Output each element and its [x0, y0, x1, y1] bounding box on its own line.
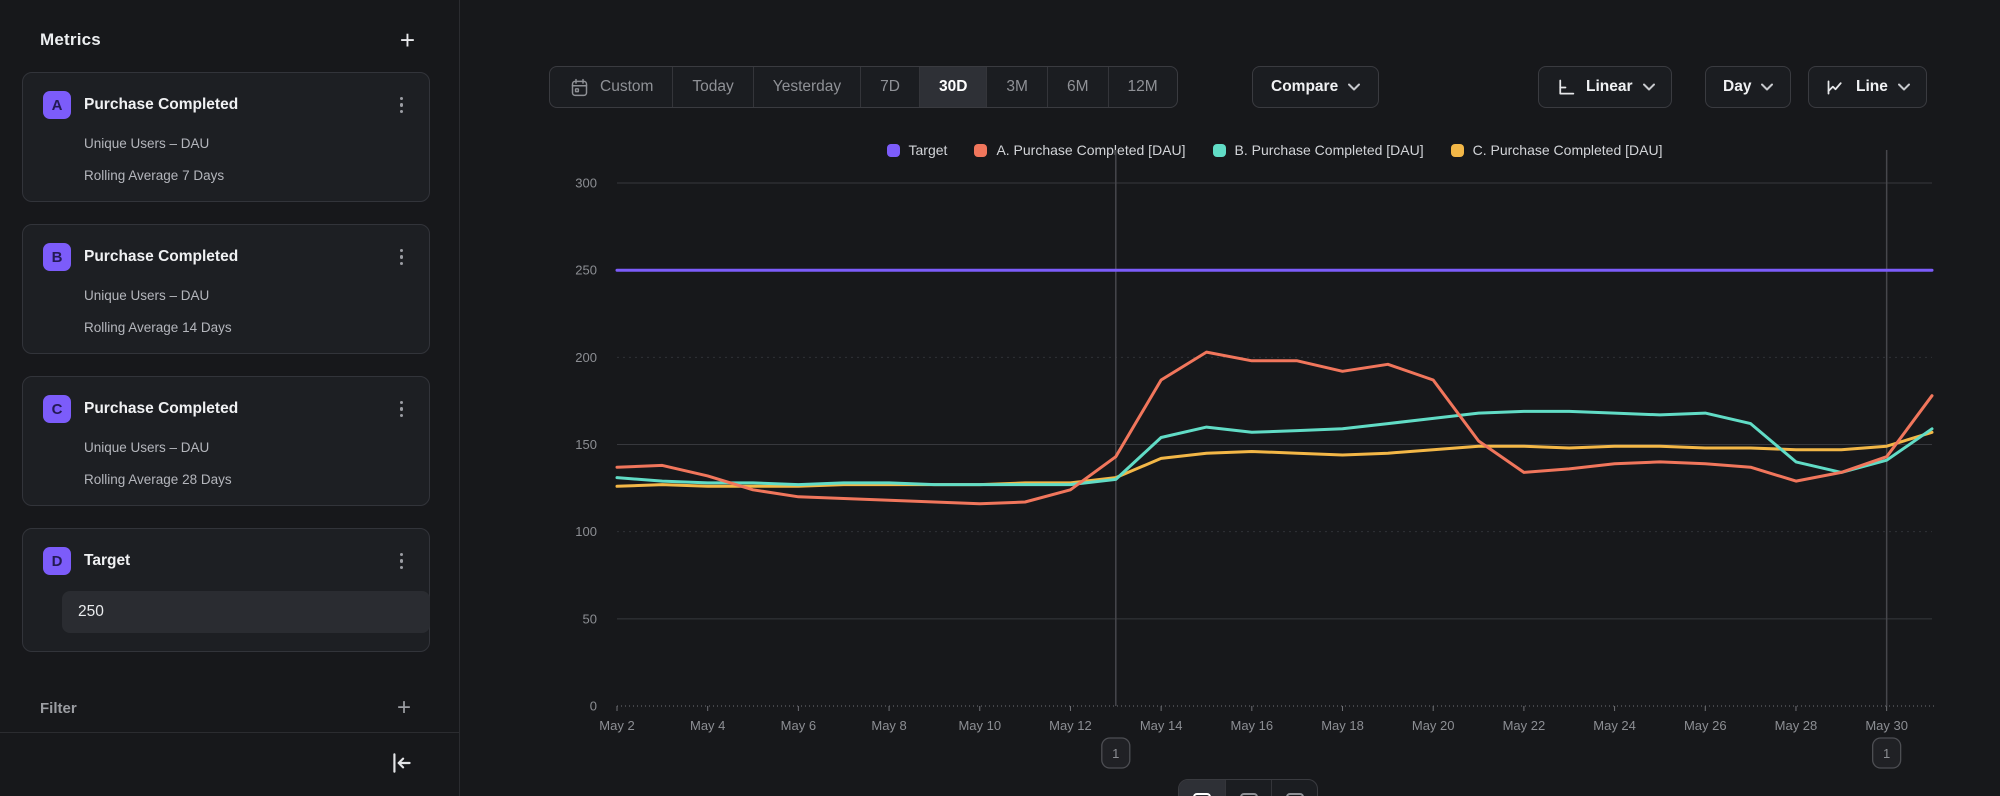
- metric-card-B[interactable]: B Purchase Completed Unique Users – DAU R…: [22, 224, 430, 354]
- metric-badge-B: B: [43, 243, 71, 271]
- kebab-menu-icon[interactable]: [394, 93, 410, 118]
- svg-text:1: 1: [1112, 746, 1119, 761]
- view-option-table[interactable]: [1225, 780, 1271, 796]
- y-tick-label: 200: [575, 350, 597, 365]
- metric-card-C[interactable]: C Purchase Completed Unique Users – DAU R…: [22, 376, 430, 506]
- svg-text:1: 1: [1883, 746, 1890, 761]
- kebab-menu-icon[interactable]: [394, 549, 410, 574]
- add-filter-button[interactable]: +: [397, 698, 411, 718]
- view-option-card[interactable]: [1271, 780, 1317, 796]
- metric-title: Purchase Completed: [84, 248, 394, 266]
- y-tick-label: 100: [575, 524, 597, 539]
- x-tick-label: May 20: [1412, 718, 1455, 733]
- metric-badge-D: D: [43, 547, 71, 575]
- metric-card-header: C Purchase Completed: [43, 395, 409, 423]
- x-tick-label: May 12: [1049, 718, 1092, 733]
- annotation-badge[interactable]: 1: [1102, 738, 1130, 768]
- metric-card-A[interactable]: A Purchase Completed Unique Users – DAU R…: [22, 72, 430, 202]
- kebab-menu-icon[interactable]: [394, 245, 410, 270]
- x-tick-label: May 28: [1775, 718, 1818, 733]
- metric-badge-A: A: [43, 91, 71, 119]
- y-tick-label: 250: [575, 263, 597, 278]
- sidebar-footer: [0, 733, 459, 776]
- x-tick-label: May 4: [690, 718, 725, 733]
- x-tick-label: May 24: [1593, 718, 1636, 733]
- metric-subline: Rolling Average 14 Days: [84, 320, 409, 335]
- metric-card-header: D Target: [43, 547, 409, 575]
- sidebar-header: Metrics +: [0, 0, 459, 72]
- y-tick-label: 50: [583, 611, 597, 626]
- filter-section: Filter +: [0, 674, 459, 732]
- metric-subline: Rolling Average 7 Days: [84, 168, 409, 183]
- series-a-purchase-completed-dau-: [617, 352, 1932, 504]
- metric-title: Target: [84, 552, 394, 570]
- table-view-icon: [1238, 789, 1260, 796]
- metric-list: A Purchase Completed Unique Users – DAU R…: [0, 72, 459, 652]
- metric-badge-C: C: [43, 395, 71, 423]
- panel-view-icon: [1191, 789, 1213, 796]
- metric-subline: Unique Users – DAU: [84, 136, 409, 151]
- view-option-panel[interactable]: [1179, 780, 1225, 796]
- y-tick-label: 0: [590, 699, 597, 714]
- line-chart[interactable]: May 2 May 4 May 6 May 8 May 10 May 12 May 14 Ma…: [460, 0, 2000, 796]
- x-tick-label: May 30: [1865, 718, 1908, 733]
- metric-card-header: B Purchase Completed: [43, 243, 409, 271]
- metric-title: Purchase Completed: [84, 96, 394, 114]
- view-switcher: [1178, 779, 1318, 796]
- x-tick-label: May 8: [871, 718, 906, 733]
- annotation-badge[interactable]: 1: [1873, 738, 1901, 768]
- y-tick-label: 300: [575, 176, 597, 191]
- x-tick-label: May 16: [1231, 718, 1274, 733]
- x-tick-label: May 10: [958, 718, 1001, 733]
- metric-subline: Unique Users – DAU: [84, 288, 409, 303]
- x-tick-label: May 18: [1321, 718, 1364, 733]
- target-value-input[interactable]: [62, 591, 430, 633]
- x-tick-label: May 6: [781, 718, 816, 733]
- series-c-purchase-completed-dau-: [617, 432, 1932, 486]
- x-tick-label: May 14: [1140, 718, 1183, 733]
- metrics-dashboard: Metrics + A Purchase Completed Unique Us…: [0, 0, 2000, 796]
- sidebar-title: Metrics: [40, 30, 101, 50]
- card-view-icon: [1284, 789, 1306, 796]
- x-tick-label: May 26: [1684, 718, 1727, 733]
- metric-card-header: A Purchase Completed: [43, 91, 409, 119]
- kebab-menu-icon[interactable]: [394, 397, 410, 422]
- y-tick-label: 150: [575, 437, 597, 452]
- sidebar: Metrics + A Purchase Completed Unique Us…: [0, 0, 460, 796]
- filter-label: Filter: [40, 700, 77, 717]
- main-panel: CustomTodayYesterday7D30D3M6M12M Compare…: [460, 0, 2000, 796]
- collapse-sidebar-icon[interactable]: [389, 750, 415, 776]
- metric-subline: Unique Users – DAU: [84, 440, 409, 455]
- add-metric-button[interactable]: +: [400, 30, 415, 50]
- metric-title: Purchase Completed: [84, 400, 394, 418]
- x-tick-label: May 2: [599, 718, 634, 733]
- metric-card-D[interactable]: D Target: [22, 528, 430, 652]
- x-tick-label: May 22: [1503, 718, 1546, 733]
- metric-subline: Rolling Average 28 Days: [84, 472, 409, 487]
